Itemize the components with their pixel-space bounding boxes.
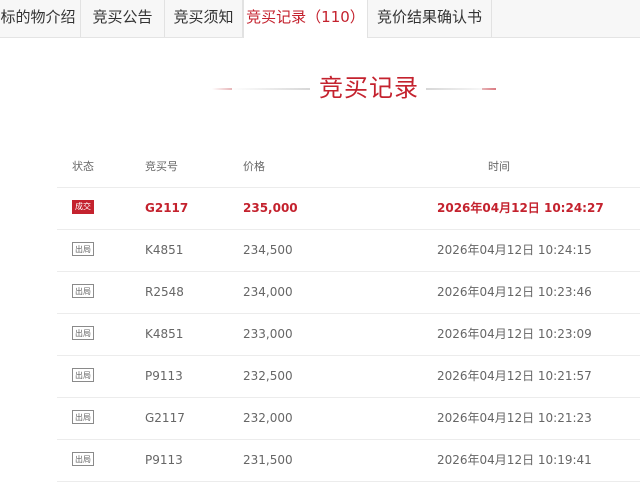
table-row: 出局 K4851 233,000 2026年04月12日 10:23:09 xyxy=(57,314,640,356)
bid-time: 2026年04月12日 10:23:09 xyxy=(437,327,592,341)
bid-price: 234,000 xyxy=(243,285,293,299)
status-badge-deal: 成交 xyxy=(72,200,94,214)
status-cell: 出局 xyxy=(72,356,102,397)
status-badge-out: 出局 xyxy=(72,368,94,382)
bid-time: 2026年04月12日 10:23:46 xyxy=(437,285,592,299)
status-cell: 出局 xyxy=(72,272,102,313)
bid-price: 232,000 xyxy=(243,411,293,425)
bid-number: R2548 xyxy=(145,285,184,299)
title-divider-right-accent xyxy=(482,88,496,90)
status-cell: 成交 xyxy=(72,188,102,229)
bid-time: 2026年04月12日 10:24:15 xyxy=(437,243,592,257)
table-row: 成交 G2117 235,000 2026年04月12日 10:24:27 xyxy=(57,188,640,230)
status-cell: 出局 xyxy=(72,314,102,355)
bid-number: G2117 xyxy=(145,201,189,215)
table-header: 状态 竞买号 价格 时间 xyxy=(57,146,640,188)
header-price: 价格 xyxy=(243,160,265,173)
tab-item-introduction[interactable]: 标的物介绍 xyxy=(0,0,81,37)
header-status: 状态 xyxy=(72,160,94,173)
table-row: 出局 K4851 234,500 2026年04月12日 10:24:15 xyxy=(57,230,640,272)
title-divider-left-accent xyxy=(212,88,232,90)
title-divider-left xyxy=(230,88,310,90)
status-badge-out: 出局 xyxy=(72,284,94,298)
status-badge-out: 出局 xyxy=(72,326,94,340)
bid-time: 2026年04月12日 10:21:57 xyxy=(437,369,592,383)
bid-number: P9113 xyxy=(145,453,183,467)
status-badge-out: 出局 xyxy=(72,410,94,424)
bid-number: G2117 xyxy=(145,411,185,425)
section-title: 竞买记录 xyxy=(319,74,419,102)
tab-bidding-notice[interactable]: 竞买须知 xyxy=(165,0,243,37)
table-row: 出局 R2548 234,000 2026年04月12日 10:23:46 xyxy=(57,272,640,314)
header-bid-number: 竞买号 xyxy=(145,160,178,173)
bid-price: 233,000 xyxy=(243,327,293,341)
status-badge-out: 出局 xyxy=(72,452,94,466)
status-cell: 出局 xyxy=(72,440,102,481)
bid-records-table: 状态 竞买号 价格 时间 成交 G2117 235,000 2026年04月12… xyxy=(57,146,640,482)
status-cell: 出局 xyxy=(72,398,102,439)
bid-time: 2026年04月12日 10:21:23 xyxy=(437,411,592,425)
section-header: 竞买记录 xyxy=(0,70,640,106)
table-row: 出局 G2117 232,000 2026年04月12日 10:21:23 xyxy=(57,398,640,440)
bid-price: 231,500 xyxy=(243,453,293,467)
bid-price: 234,500 xyxy=(243,243,293,257)
status-cell: 出局 xyxy=(72,230,102,271)
bid-time: 2026年04月12日 10:19:41 xyxy=(437,453,592,467)
table-row: 出局 P9113 232,500 2026年04月12日 10:21:57 xyxy=(57,356,640,398)
bid-time: 2026年04月12日 10:24:27 xyxy=(437,201,604,215)
status-badge-out: 出局 xyxy=(72,242,94,256)
header-time: 时间 xyxy=(488,160,510,173)
table-row: 出局 P9113 231,500 2026年04月12日 10:19:41 xyxy=(57,440,640,482)
bid-number: K4851 xyxy=(145,327,184,341)
bid-price: 232,500 xyxy=(243,369,293,383)
tab-bar: 标的物介绍 竞买公告 竞买须知 竞买记录（110） 竞价结果确认书 xyxy=(0,0,640,38)
bid-price: 235,000 xyxy=(243,201,298,215)
bid-number: K4851 xyxy=(145,243,184,257)
tab-result-confirmation[interactable]: 竞价结果确认书 xyxy=(368,0,492,37)
tab-bidding-announcement[interactable]: 竞买公告 xyxy=(81,0,165,37)
tab-bidding-records[interactable]: 竞买记录（110） xyxy=(243,0,368,38)
bid-number: P9113 xyxy=(145,369,183,383)
